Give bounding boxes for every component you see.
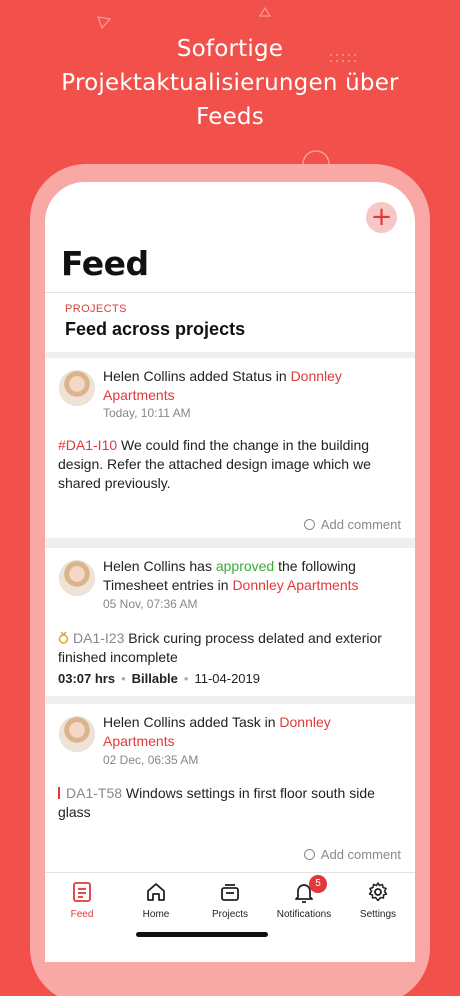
add-comment-label: Add comment — [320, 517, 401, 532]
comment-icon — [303, 849, 315, 860]
headline-line-2: Projektaktualisierungen über — [61, 70, 399, 96]
project-link[interactable]: Donnley Apartments — [232, 577, 358, 593]
feed-card[interactable]: Helen Collins added Status in Donnley Ap… — [45, 358, 415, 538]
priority-bar-icon — [58, 787, 60, 799]
gear-icon — [368, 882, 388, 902]
decorative-triangle-icon — [97, 16, 112, 30]
nav-label: Settings — [359, 909, 397, 920]
headline-line-3: Feeds — [196, 104, 264, 130]
top-bar: + Feed — [45, 182, 415, 292]
timestamp: 02 Dec, 06:35 AM — [103, 753, 199, 767]
hours: 03:07 hrs — [58, 671, 116, 686]
home-icon — [147, 883, 165, 901]
nav-item-settings[interactable]: Settings — [341, 881, 415, 920]
projects-filter[interactable]: PROJECTS Feed across projects — [45, 292, 415, 352]
avatar — [59, 716, 95, 752]
card-body: DA1-T58 Windows settings in first floor … — [58, 784, 403, 822]
decorative-dots-icon — [330, 54, 356, 62]
projects-icon — [221, 884, 239, 901]
feed-card[interactable]: Helen Collins has approved the following… — [45, 548, 415, 696]
add-comment-button[interactable]: Add comment — [303, 847, 401, 862]
card-headline: Helen Collins added Status in Donnley Ap… — [103, 367, 403, 405]
nav-item-home[interactable]: Home — [119, 881, 193, 920]
nav-item-feed[interactable]: Feed — [45, 881, 119, 920]
avatar — [59, 370, 95, 406]
projects-subtitle: Feed across projects — [65, 319, 246, 339]
home-indicator[interactable] — [136, 932, 268, 937]
app-screen: + Feed PROJECTS Feed across projects Hel… — [45, 182, 415, 962]
card-headline: Helen Collins has approved the following… — [103, 557, 403, 595]
comment-icon — [303, 519, 315, 530]
decorative-triangle-icon — [258, 6, 272, 17]
headline-line-1: Sofortige — [176, 36, 284, 62]
add-comment-button[interactable]: Add comment — [303, 517, 401, 532]
add-comment-label: Add comment — [320, 847, 401, 862]
author-name: Helen Collins — [103, 558, 186, 574]
action-text: added Status in — [185, 368, 291, 384]
projects-label: PROJECTS — [65, 303, 127, 315]
approved-status: approved — [215, 558, 275, 574]
nav-item-projects[interactable]: Projects — [193, 881, 267, 920]
timestamp: Today, 10:11 AM — [103, 406, 191, 420]
item-tag[interactable]: #DA1-I10 — [58, 437, 117, 453]
action-text: has — [185, 558, 216, 574]
nav-label: Home — [142, 909, 170, 920]
add-button[interactable]: + — [366, 202, 397, 233]
nav-label: Feed — [70, 909, 94, 920]
timesheet-meta: 03:07 hrs • Billable • 11-04-2019 — [58, 671, 261, 686]
card-body: #DA1-I10 We could find the change in the… — [58, 436, 403, 493]
decorative-circle-icon — [302, 150, 330, 165]
medal-icon — [58, 631, 69, 644]
nav-label: Notifications — [276, 909, 332, 920]
card-body: DA1-I23 Brick curing process delated and… — [58, 629, 403, 667]
nav-label: Projects — [211, 909, 249, 920]
item-tag[interactable]: DA1-I23 — [73, 630, 124, 646]
card-headline: Helen Collins added Task in Donnley Apar… — [103, 713, 403, 751]
action-text: added Task in — [185, 714, 280, 730]
nav-item-notifications[interactable]: 5 Notifications — [267, 875, 341, 920]
page-title: Feed — [61, 244, 149, 283]
notification-badge: 5 — [309, 875, 327, 893]
entry-date: 11-04-2019 — [194, 671, 261, 686]
author-name: Helen Collins — [103, 714, 186, 730]
promo-headline: Sofortige Projektaktualisierungen über F… — [0, 32, 460, 134]
item-tag[interactable]: DA1-T58 — [66, 785, 122, 801]
bottom-nav: Feed Home Projects 5 Notifications Setti… — [45, 872, 415, 962]
timestamp: 05 Nov, 07:36 AM — [103, 597, 198, 611]
avatar — [59, 560, 95, 596]
feed-card[interactable]: Helen Collins added Task in Donnley Apar… — [45, 704, 415, 872]
billable-label: Billable — [131, 671, 178, 686]
author-name: Helen Collins — [103, 368, 186, 384]
feed-icon — [73, 882, 91, 902]
